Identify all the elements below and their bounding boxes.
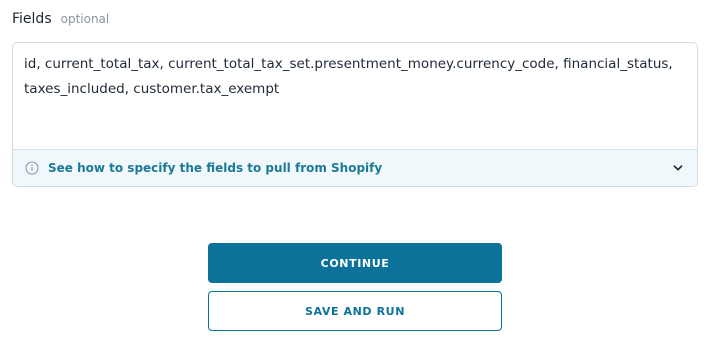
fields-textarea[interactable]: id, current_total_tax, current_total_tax…: [13, 43, 697, 149]
fields-label: Fields: [12, 11, 52, 27]
fields-help-toggle[interactable]: See how to specify the fields to pull fr…: [13, 149, 697, 186]
chevron-down-icon[interactable]: [670, 160, 686, 176]
fields-help-text: See how to specify the fields to pull fr…: [48, 161, 383, 175]
optional-hint: optional: [60, 12, 110, 26]
info-circle-icon: [24, 160, 40, 176]
save-and-run-button[interactable]: SAVE AND RUN: [208, 291, 502, 331]
continue-button[interactable]: CONTINUE: [208, 243, 502, 283]
fields-input-container: id, current_total_tax, current_total_tax…: [12, 42, 698, 187]
fields-header: Fields optional: [12, 11, 109, 27]
